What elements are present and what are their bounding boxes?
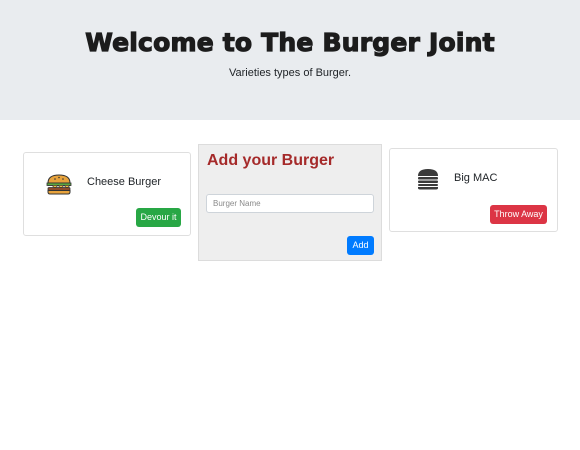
cheeseburger-icon [45,173,73,195]
add-button[interactable]: Add [347,236,374,255]
burger-name: Cheese Burger [87,176,161,188]
burger-name-input[interactable] [206,194,374,213]
devour-button[interactable]: Devour it [136,208,181,227]
burger-card-big-mac: Big MAC Throw Away [389,148,558,232]
page-title: Welcome to The Burger Joint [85,27,496,57]
add-burger-title: Add your Burger [207,152,335,169]
page-subtitle: Varieties types of Burger. [228,67,352,79]
hamburger-icon [414,168,442,190]
burger-name: Big MAC [454,172,498,184]
add-burger-panel: Add your Burger Add [198,144,382,261]
burger-card-cheese-burger: Cheese Burger Devour it [23,152,191,236]
throw-away-button[interactable]: Throw Away [490,205,547,224]
hero-banner: Welcome to The Burger Joint Varieties ty… [0,0,580,120]
